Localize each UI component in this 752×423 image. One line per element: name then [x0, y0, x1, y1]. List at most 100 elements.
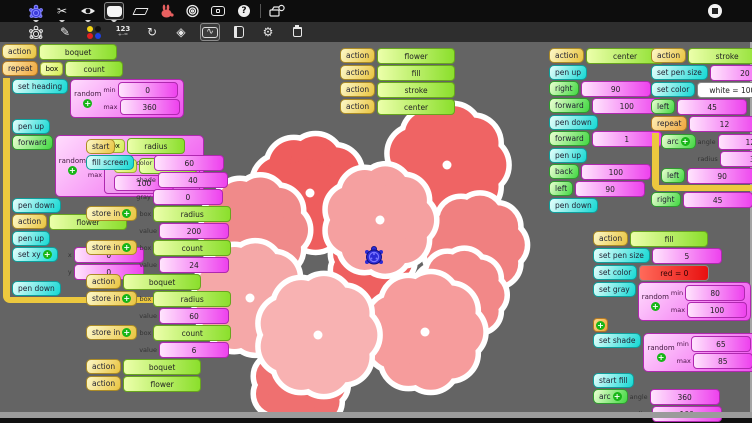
- set-xy-block[interactable]: set xy+: [12, 247, 58, 262]
- pen-down-block[interactable]: pen down: [549, 115, 598, 130]
- number-block[interactable]: 45: [683, 192, 752, 208]
- number-block[interactable]: 120: [718, 134, 752, 150]
- action-block[interactable]: action: [340, 65, 375, 80]
- set-heading-block[interactable]: set heading: [12, 79, 68, 94]
- blocks-palette-icon[interactable]: ◈: [171, 23, 191, 41]
- value-block[interactable]: count: [153, 325, 231, 341]
- forward-block[interactable]: forward: [12, 135, 53, 150]
- forward-block[interactable]: forward: [549, 131, 590, 146]
- number-block[interactable]: 12: [689, 116, 752, 132]
- number-block[interactable]: 90: [687, 168, 752, 184]
- value-block[interactable]: flower: [377, 48, 455, 64]
- number-block[interactable]: 360: [650, 389, 720, 405]
- color-value-block[interactable]: red = 0: [639, 265, 709, 281]
- set-pen-size-block[interactable]: set pen size: [651, 65, 708, 80]
- action-block[interactable]: action: [651, 48, 686, 63]
- random-block[interactable]: random+min0max360: [70, 79, 183, 118]
- number-block[interactable]: 60: [159, 308, 229, 324]
- turtle-palette-icon[interactable]: [26, 23, 46, 41]
- value-block[interactable]: center: [377, 99, 455, 115]
- journal-palette-icon[interactable]: [229, 23, 249, 41]
- pen-down-block[interactable]: pen down: [12, 198, 61, 213]
- start-block[interactable]: start: [86, 139, 115, 154]
- forward-block[interactable]: forward: [549, 98, 590, 113]
- pen-up-block[interactable]: pen up: [12, 119, 50, 134]
- run-step-icon[interactable]: [208, 2, 228, 20]
- edit-icon[interactable]: ✂: [52, 2, 72, 20]
- fill-screen-block[interactable]: fill screen: [86, 155, 134, 170]
- pen-down-block[interactable]: pen down: [12, 281, 61, 296]
- run-fast-icon[interactable]: [156, 2, 176, 20]
- action-block[interactable]: action: [340, 99, 375, 114]
- number-block[interactable]: 200: [159, 223, 229, 239]
- run-slow-icon[interactable]: [182, 2, 202, 20]
- action-block[interactable]: action: [593, 231, 628, 246]
- sensors-palette-icon[interactable]: ∿: [200, 23, 220, 41]
- right-block[interactable]: right: [549, 81, 579, 96]
- stop-button-icon[interactable]: [708, 4, 722, 18]
- set-shade-block[interactable]: set shade: [593, 333, 641, 348]
- action-block[interactable]: action: [86, 376, 121, 391]
- value-block[interactable]: radius: [153, 206, 231, 222]
- pen-up-block[interactable]: pen up: [12, 231, 50, 246]
- trash-palette-icon[interactable]: [287, 23, 307, 41]
- left-block[interactable]: left: [651, 99, 675, 114]
- value-block[interactable]: flower: [123, 376, 201, 392]
- action-block[interactable]: action: [86, 359, 121, 374]
- number-block[interactable]: 30: [720, 151, 752, 167]
- number-block[interactable]: 40: [158, 172, 228, 188]
- arc-block[interactable]: arc+: [661, 134, 696, 149]
- repeat-block[interactable]: repeat: [2, 61, 38, 76]
- pen-up-block[interactable]: pen up: [549, 65, 587, 80]
- number-block[interactable]: 60: [154, 155, 224, 171]
- activity-turtle-icon[interactable]: [26, 2, 46, 20]
- number-block[interactable]: 45: [677, 99, 747, 115]
- action-block[interactable]: action: [340, 48, 375, 63]
- back-block[interactable]: back: [549, 164, 579, 179]
- erase-icon[interactable]: [130, 2, 150, 20]
- number-block[interactable]: 20: [710, 65, 752, 81]
- right-block[interactable]: right: [651, 192, 681, 207]
- pen-palette-icon[interactable]: ✎: [55, 23, 75, 41]
- number-block[interactable]: 80: [685, 285, 745, 301]
- left-block[interactable]: left: [661, 168, 685, 183]
- number-block[interactable]: 24: [159, 257, 229, 273]
- action-block[interactable]: action: [549, 48, 584, 63]
- color-value-block[interactable]: white = 100: [697, 82, 752, 98]
- store-in-block[interactable]: store in+: [86, 240, 137, 255]
- value-block[interactable]: fill: [377, 65, 455, 81]
- action-block[interactable]: action: [12, 214, 47, 229]
- random-block[interactable]: random+min80max100: [638, 282, 751, 321]
- flow-palette-icon[interactable]: ↻: [142, 23, 162, 41]
- value-block[interactable]: count: [153, 240, 231, 256]
- value-block[interactable]: boquet: [123, 359, 201, 375]
- colors-palette-icon[interactable]: [84, 23, 104, 41]
- number-block[interactable]: 90: [575, 181, 645, 197]
- number-block[interactable]: 100: [687, 302, 747, 318]
- value-block[interactable]: boquet: [39, 44, 117, 60]
- value-block[interactable]: fill: [630, 231, 708, 247]
- value-block[interactable]: stroke: [377, 82, 455, 98]
- store-in-block[interactable]: store in+: [86, 325, 137, 340]
- store-in-block[interactable]: store in+: [86, 206, 137, 221]
- number-block[interactable]: 85: [693, 353, 752, 369]
- number-block[interactable]: 65: [691, 336, 751, 352]
- left-block[interactable]: left: [549, 181, 573, 196]
- value-block[interactable]: boquet: [123, 274, 201, 290]
- action-block[interactable]: action: [2, 44, 37, 59]
- set-color-block[interactable]: set color: [593, 265, 637, 280]
- box-count-block[interactable]: boxcount: [40, 61, 123, 77]
- start-fill-block[interactable]: start fill: [593, 373, 634, 388]
- numbers-palette-icon[interactable]: 123+-=: [113, 23, 133, 41]
- set-gray-block[interactable]: set gray: [593, 282, 636, 297]
- portfolio-icon[interactable]: [267, 2, 287, 20]
- number-block[interactable]: 0: [118, 82, 178, 98]
- number-block[interactable]: 0: [153, 189, 223, 205]
- arc-block[interactable]: arc+: [593, 389, 628, 404]
- view-icon[interactable]: [78, 2, 98, 20]
- number-block[interactable]: 90: [581, 81, 651, 97]
- expand-chip[interactable]: +: [593, 318, 608, 332]
- number-block[interactable]: 5: [652, 248, 722, 264]
- set-color-block[interactable]: set color: [651, 82, 695, 97]
- extras-palette-icon[interactable]: ⚙: [258, 23, 278, 41]
